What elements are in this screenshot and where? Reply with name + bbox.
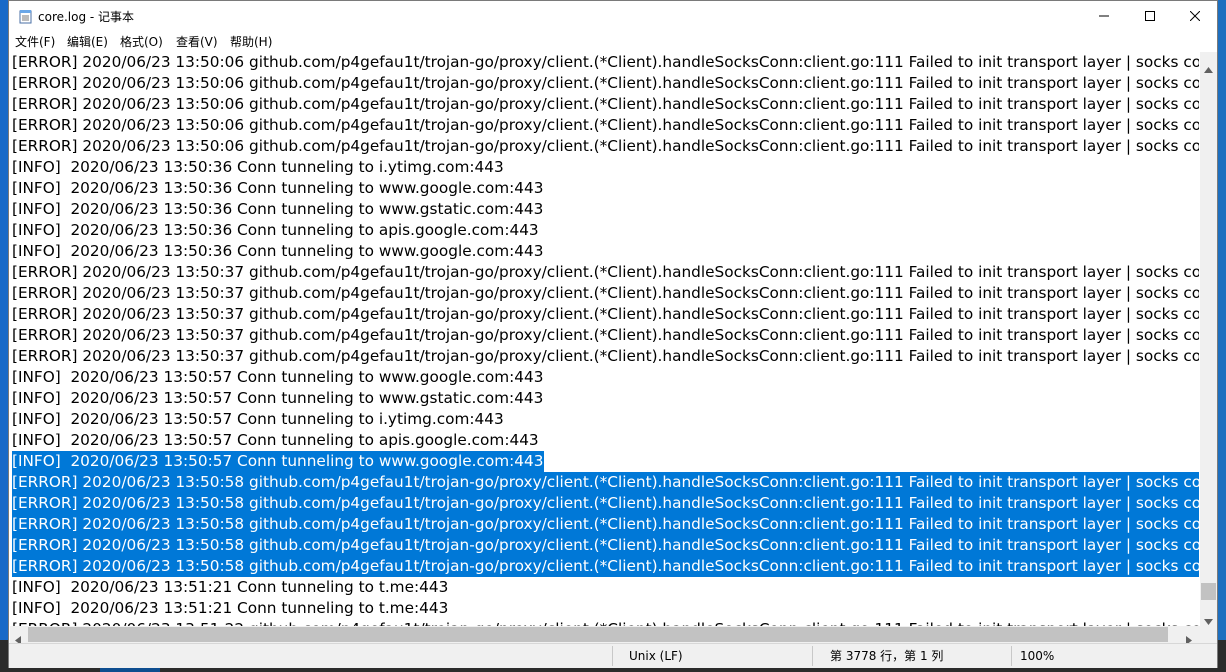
editor-line[interactable]: [INFO] 2020/06/23 13:50:36 Conn tunnelin… [12, 241, 544, 262]
editor-line[interactable]: [ERROR] 2020/06/23 13:50:06 github.com/p… [12, 136, 1199, 157]
editor-line[interactable]: [INFO] 2020/06/23 13:50:57 Conn tunnelin… [12, 409, 504, 430]
editor-line[interactable]: [INFO] 2020/06/23 13:50:36 Conn tunnelin… [12, 220, 539, 241]
editor-line[interactable]: [INFO] 2020/06/23 13:51:21 Conn tunnelin… [12, 598, 448, 619]
maximize-icon [1145, 11, 1155, 21]
editor-line[interactable]: [INFO] 2020/06/23 13:50:57 Conn tunnelin… [12, 388, 543, 409]
editor-line[interactable]: [ERROR] 2020/06/23 13:51:22 github.com/p… [12, 619, 1199, 626]
status-divider [812, 646, 813, 666]
editor-line-selected[interactable]: [INFO] 2020/06/23 13:50:57 Conn tunnelin… [12, 451, 544, 472]
menu-help[interactable]: 帮助(H) [230, 33, 272, 50]
notepad-icon [19, 9, 33, 24]
editor-line[interactable]: [ERROR] 2020/06/23 13:50:37 github.com/p… [12, 262, 1199, 283]
minimize-button[interactable] [1081, 1, 1127, 31]
vertical-scrollbar[interactable] [1200, 52, 1217, 626]
editor-line-selected[interactable]: [ERROR] 2020/06/23 13:50:58 github.com/p… [12, 472, 1199, 493]
scroll-up-icon[interactable] [1204, 58, 1213, 77]
editor-line[interactable]: [INFO] 2020/06/23 13:50:36 Conn tunnelin… [12, 178, 544, 199]
status-zoom: 100% [1020, 649, 1055, 663]
close-button[interactable] [1172, 1, 1218, 31]
status-line-ending: Unix (LF) [629, 649, 683, 663]
notepad-window: core.log - 记事本 文件(F) 编辑(E) 格式(O) 查看(V) 帮… [8, 0, 1218, 668]
editor-line-selected[interactable]: [ERROR] 2020/06/23 13:50:58 github.com/p… [12, 556, 1199, 577]
editor-line[interactable]: [ERROR] 2020/06/23 13:50:37 github.com/p… [12, 325, 1199, 346]
horizontal-scroll-thumb[interactable] [28, 627, 1168, 642]
menu-bar: 文件(F) 编辑(E) 格式(O) 查看(V) 帮助(H) [9, 31, 1217, 52]
menu-edit[interactable]: 编辑(E) [67, 33, 108, 50]
window-title: core.log - 记事本 [38, 10, 135, 24]
vertical-scroll-thumb[interactable] [1201, 583, 1216, 600]
scrollbar-corner [1200, 626, 1217, 643]
editor-line[interactable]: [INFO] 2020/06/23 13:50:57 Conn tunnelin… [12, 430, 539, 451]
editor-line[interactable]: [ERROR] 2020/06/23 13:50:37 github.com/p… [12, 283, 1199, 304]
status-divider [1011, 646, 1012, 666]
editor-line[interactable]: [INFO] 2020/06/23 13:50:57 Conn tunnelin… [12, 367, 544, 388]
editor-line-selected[interactable]: [ERROR] 2020/06/23 13:50:58 github.com/p… [12, 535, 1199, 556]
maximize-button[interactable] [1127, 1, 1173, 31]
editor-line-selected[interactable]: [ERROR] 2020/06/23 13:50:58 github.com/p… [12, 514, 1199, 535]
background-window-edge [0, 0, 8, 640]
text-editor[interactable]: [ERROR] 2020/06/23 13:50:06 github.com/p… [10, 52, 1199, 626]
editor-line[interactable]: [INFO] 2020/06/23 13:50:36 Conn tunnelin… [12, 157, 504, 178]
editor-line[interactable]: [INFO] 2020/06/23 13:51:21 Conn tunnelin… [12, 577, 448, 598]
editor-line-selected[interactable]: [ERROR] 2020/06/23 13:50:58 github.com/p… [12, 493, 1199, 514]
title-bar[interactable]: core.log - 记事本 [9, 1, 1217, 31]
editor-line[interactable]: [INFO] 2020/06/23 13:50:36 Conn tunnelin… [12, 199, 543, 220]
status-cursor-position: 第 3778 行，第 1 列 [830, 649, 944, 663]
menu-format[interactable]: 格式(O) [120, 33, 163, 50]
editor-line[interactable]: [ERROR] 2020/06/23 13:50:06 github.com/p… [12, 73, 1199, 94]
menu-file[interactable]: 文件(F) [15, 33, 55, 50]
status-bar: Unix (LF) 第 3778 行，第 1 列 100% [9, 643, 1217, 668]
editor-line[interactable]: [ERROR] 2020/06/23 13:50:37 github.com/p… [12, 304, 1199, 325]
editor-line[interactable]: [ERROR] 2020/06/23 13:50:06 github.com/p… [12, 115, 1199, 136]
status-divider [612, 646, 613, 666]
minimize-icon [1099, 11, 1109, 21]
editor-line[interactable]: [ERROR] 2020/06/23 13:50:37 github.com/p… [12, 346, 1199, 367]
menu-view[interactable]: 查看(V) [176, 33, 218, 50]
editor-line[interactable]: [ERROR] 2020/06/23 13:50:06 github.com/p… [12, 52, 1199, 73]
close-icon [1190, 11, 1200, 21]
horizontal-scrollbar[interactable] [10, 626, 1200, 645]
editor-line[interactable]: [ERROR] 2020/06/23 13:50:06 github.com/p… [12, 94, 1199, 115]
